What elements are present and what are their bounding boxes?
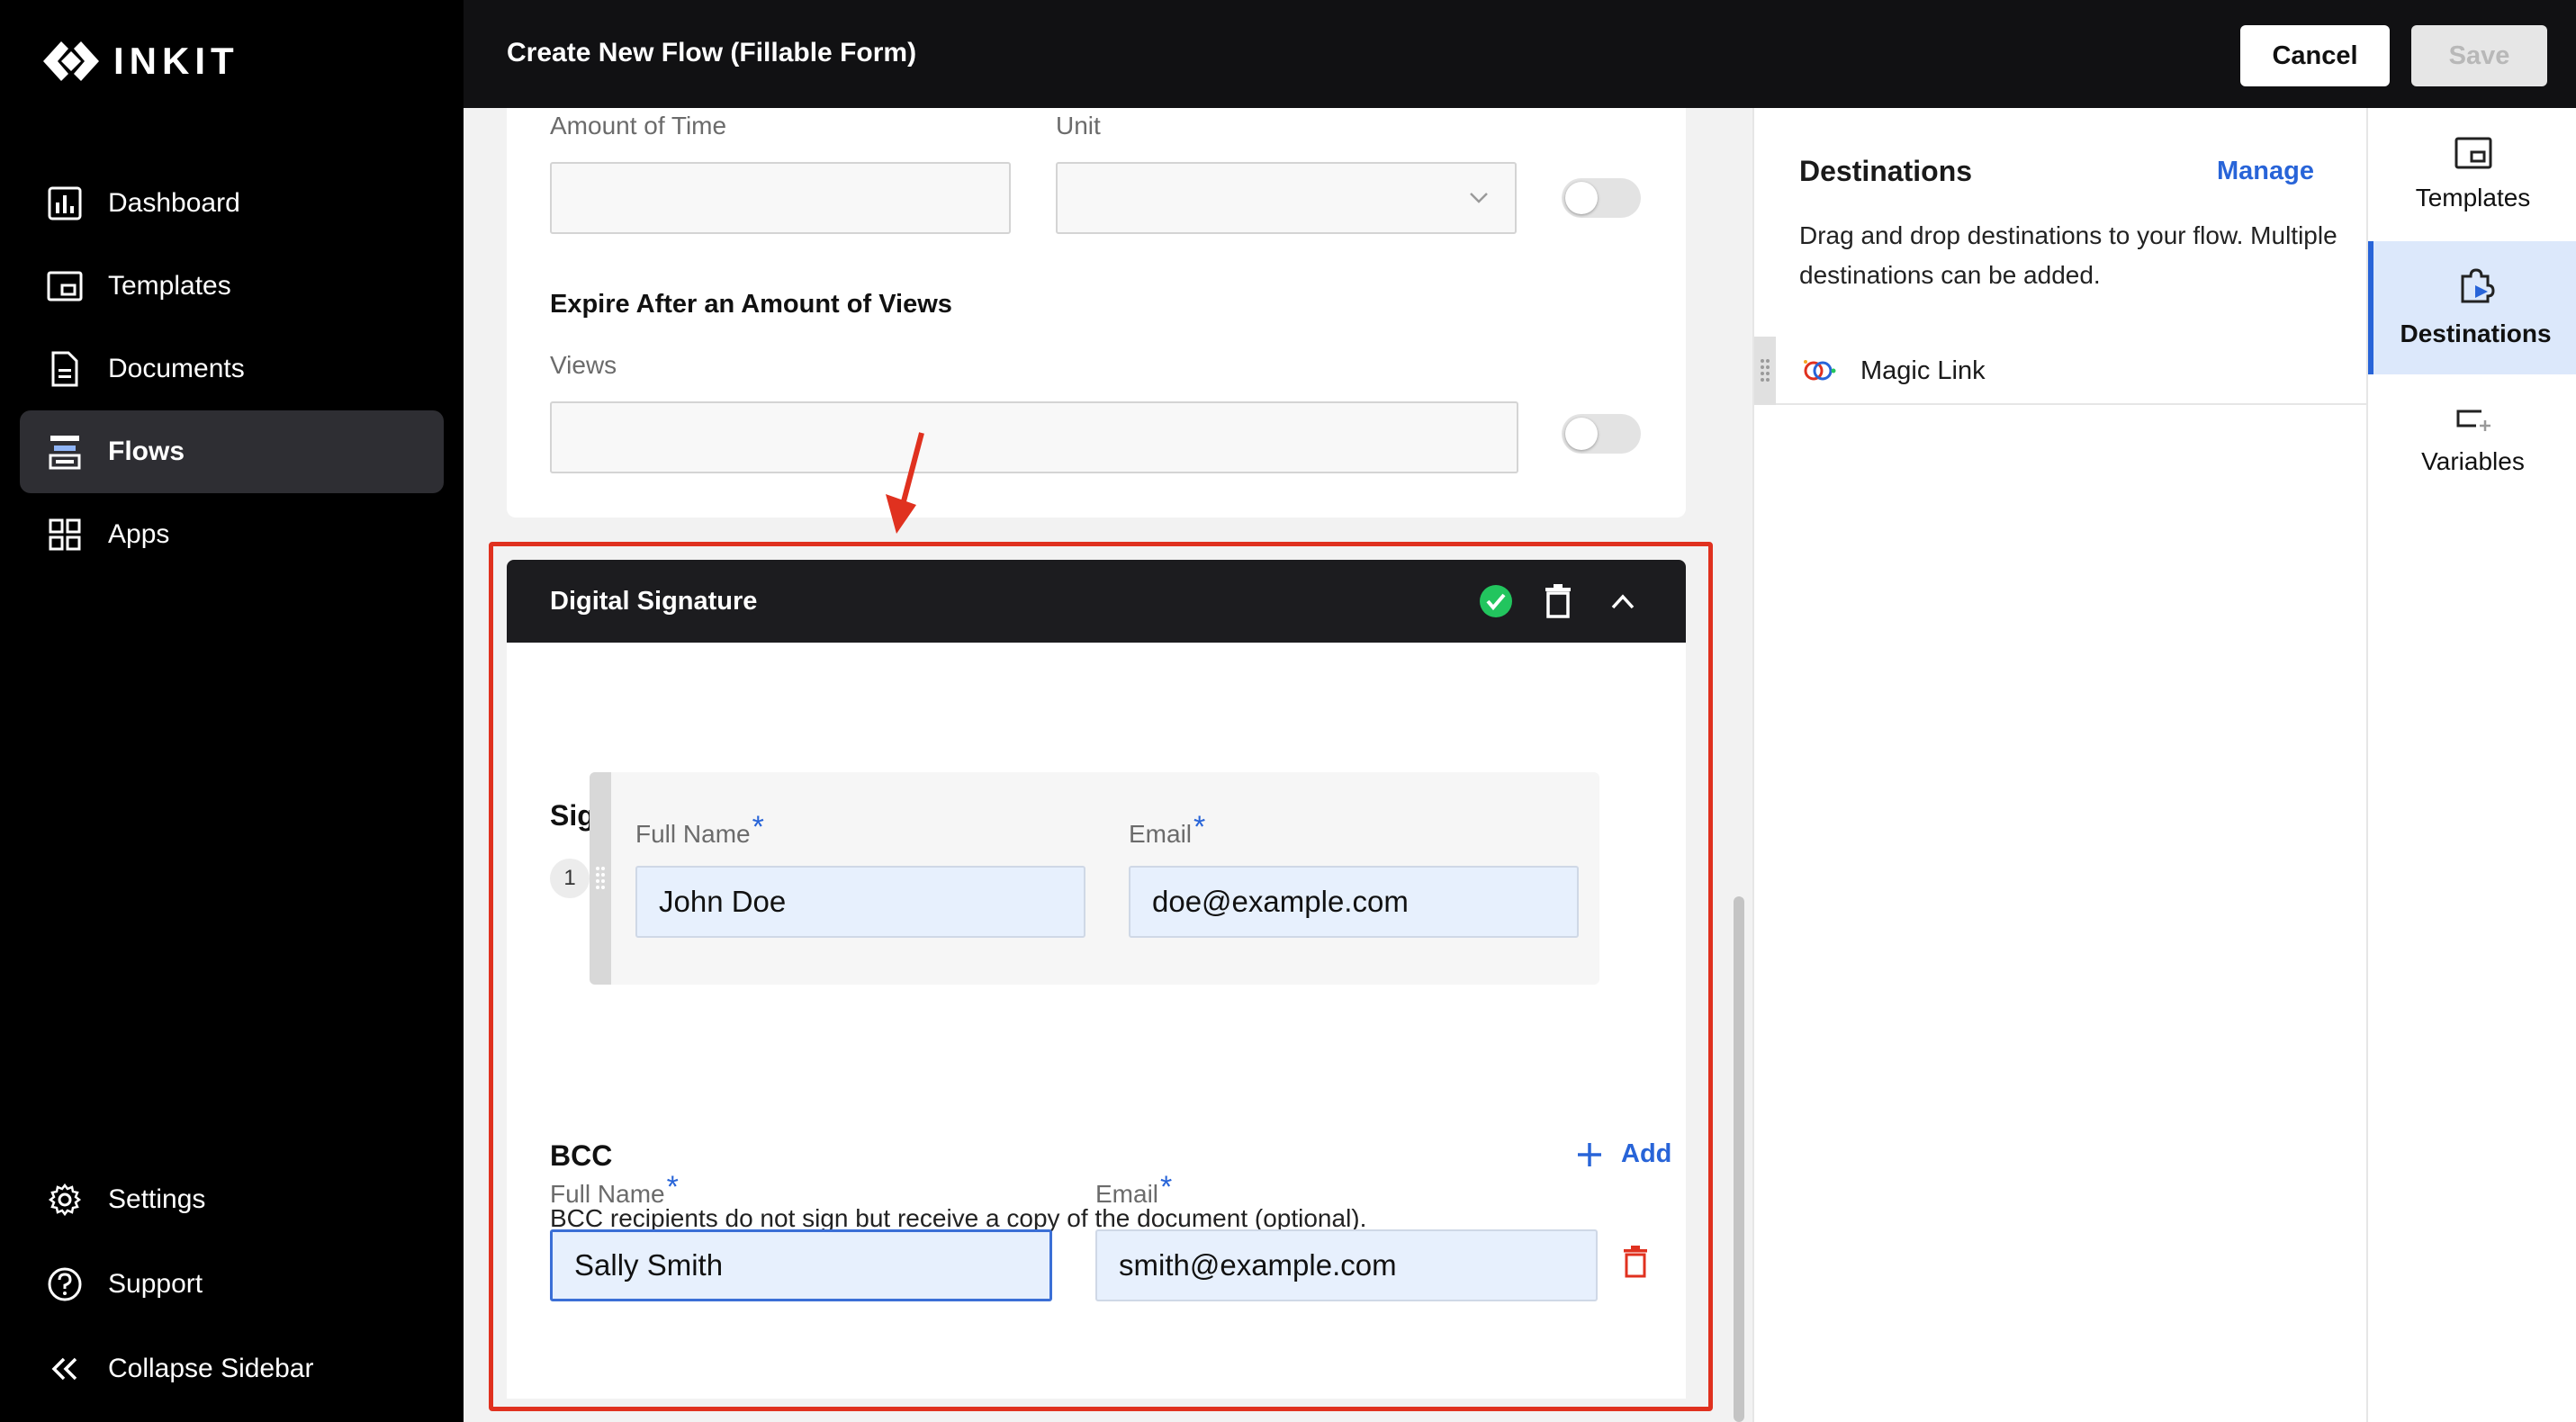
sidebar-item-documents[interactable]: Documents bbox=[20, 328, 444, 410]
views-input[interactable] bbox=[550, 401, 1518, 473]
signer-email-input[interactable]: doe@example.com bbox=[1129, 866, 1579, 938]
bcc-email-label: Email* bbox=[1095, 1170, 1173, 1208]
scrollbar-thumb[interactable] bbox=[1734, 896, 1744, 1422]
signer-name-input[interactable]: John Doe bbox=[635, 866, 1085, 938]
rail-tab-label: Destinations bbox=[2400, 320, 2552, 347]
required-marker: * bbox=[1193, 810, 1206, 844]
annotation-arrow-icon bbox=[886, 432, 924, 534]
sidebar-item-label: Support bbox=[108, 1269, 203, 1299]
cancel-button[interactable]: Cancel bbox=[2240, 25, 2390, 86]
destination-item-magic-link[interactable]: Magic Link bbox=[1754, 337, 2368, 405]
digital-signature-title: Digital Signature bbox=[550, 587, 758, 616]
sidebar-item-label: Dashboard bbox=[108, 188, 240, 218]
destinations-title: Destinations bbox=[1799, 155, 1973, 187]
page-title: Create New Flow (Fillable Form) bbox=[507, 38, 917, 68]
manage-destinations-link[interactable]: Manage bbox=[2217, 157, 2314, 186]
sidebar-bottom-nav: Settings Support Collapse Sidebar bbox=[20, 1157, 444, 1411]
destinations-description: Drag and drop destinations to your flow.… bbox=[1799, 221, 2337, 289]
apps-grid-icon bbox=[47, 517, 83, 553]
required-marker: * bbox=[752, 810, 764, 844]
collapse-sidebar-button[interactable]: Collapse Sidebar bbox=[20, 1327, 444, 1411]
inkit-logo[interactable]: INKIT bbox=[41, 40, 239, 83]
variable-icon bbox=[2456, 410, 2490, 431]
rail-tab-label: Templates bbox=[2415, 184, 2531, 212]
bcc-name-label: Full Name* bbox=[550, 1170, 679, 1208]
check-circle-icon bbox=[1480, 585, 1512, 617]
inkit-logo-icon bbox=[43, 41, 99, 81]
unit-select[interactable] bbox=[1056, 162, 1517, 234]
sidebar-item-flows[interactable]: Flows bbox=[20, 410, 444, 493]
plus-icon bbox=[1578, 1142, 1601, 1166]
bcc-name-input[interactable]: Sally Smith bbox=[550, 1229, 1052, 1301]
signer-email-label: Email* bbox=[1129, 810, 1206, 848]
trash-icon[interactable] bbox=[1545, 584, 1572, 618]
sidebar-item-dashboard[interactable]: Dashboard bbox=[20, 162, 444, 245]
logo-wordmark: INKIT bbox=[113, 40, 239, 82]
bcc-title: BCC bbox=[550, 1139, 613, 1172]
sidebar-item-label: Flows bbox=[108, 436, 185, 466]
expiration-card: Amount of Time Unit Expire After an Amou… bbox=[507, 108, 1686, 518]
expire-views-title: Expire After an Amount of Views bbox=[550, 290, 952, 319]
bcc-add-label: Add bbox=[1621, 1139, 1672, 1168]
expire-time-toggle[interactable] bbox=[1562, 178, 1641, 218]
sidebar: INKIT Dashboard Templates Documents Flow… bbox=[0, 0, 464, 1422]
views-label: Views bbox=[550, 351, 617, 379]
drag-dots-icon bbox=[1761, 359, 1770, 382]
required-marker: * bbox=[1160, 1170, 1173, 1204]
bcc-delete-trash-icon[interactable] bbox=[1623, 1246, 1648, 1278]
template-icon bbox=[47, 268, 83, 304]
magic-link-icon bbox=[1804, 360, 1836, 381]
amount-of-time-label: Amount of Time bbox=[550, 112, 727, 140]
destination-item-label: Magic Link bbox=[1860, 356, 1986, 385]
sidebar-item-templates[interactable]: Templates bbox=[20, 245, 444, 328]
amount-of-time-input[interactable] bbox=[550, 162, 1011, 234]
sidebar-item-label: Settings bbox=[108, 1184, 206, 1214]
signer-index-badge: 1 bbox=[550, 859, 590, 898]
drag-dots-icon bbox=[596, 867, 605, 889]
double-chevron-left-icon bbox=[47, 1351, 83, 1387]
template-icon bbox=[2454, 137, 2491, 169]
rail-tab-variables[interactable]: Variables bbox=[2368, 374, 2576, 508]
sidebar-item-apps[interactable]: Apps bbox=[20, 493, 444, 576]
expire-views-toggle[interactable] bbox=[1562, 414, 1641, 454]
sidebar-item-label: Apps bbox=[108, 519, 170, 549]
sidebar-item-label: Collapse Sidebar bbox=[108, 1354, 314, 1383]
flow-icon bbox=[47, 434, 83, 470]
drag-handle[interactable] bbox=[1754, 337, 1776, 405]
bcc-email-input[interactable]: smith@example.com bbox=[1095, 1229, 1598, 1301]
bar-chart-icon bbox=[47, 185, 83, 221]
sidebar-item-label: Templates bbox=[108, 271, 231, 301]
chevron-up-icon[interactable] bbox=[1610, 592, 1635, 610]
help-circle-icon bbox=[47, 1266, 83, 1302]
sidebar-item-label: Documents bbox=[108, 354, 245, 383]
rail-tab-label: Variables bbox=[2421, 447, 2525, 475]
sidebar-item-settings[interactable]: Settings bbox=[20, 1157, 444, 1242]
chevron-down-icon bbox=[1470, 193, 1488, 203]
signer-name-label: Full Name* bbox=[635, 810, 764, 848]
gear-icon bbox=[47, 1182, 83, 1218]
unit-label: Unit bbox=[1056, 112, 1101, 140]
sidebar-item-support[interactable]: Support bbox=[20, 1242, 444, 1327]
drag-handle[interactable] bbox=[590, 772, 611, 985]
bcc-add-button[interactable]: Add bbox=[1576, 1139, 1671, 1169]
signer-card: Full Name* John Doe Email* doe@example.c… bbox=[590, 772, 1599, 985]
digital-signature-header[interactable]: Digital Signature bbox=[507, 560, 1686, 643]
flow-editor: Amount of Time Unit Expire After an Amou… bbox=[464, 108, 1752, 1422]
right-rail: Templates Destinations Variables bbox=[2366, 108, 2576, 1422]
destinations-panel: Destinations Manage Drag and drop destin… bbox=[1752, 108, 2368, 1422]
sidebar-nav: Dashboard Templates Documents Flows Apps bbox=[20, 162, 444, 576]
puzzle-icon bbox=[2461, 268, 2495, 303]
rail-tab-destinations[interactable]: Destinations bbox=[2368, 241, 2576, 374]
document-icon bbox=[47, 351, 83, 387]
top-bar: Create New Flow (Fillable Form) Cancel S… bbox=[464, 0, 2576, 108]
required-marker: * bbox=[666, 1170, 679, 1204]
rail-tab-templates[interactable]: Templates bbox=[2368, 108, 2576, 241]
save-button[interactable]: Save bbox=[2411, 25, 2547, 86]
